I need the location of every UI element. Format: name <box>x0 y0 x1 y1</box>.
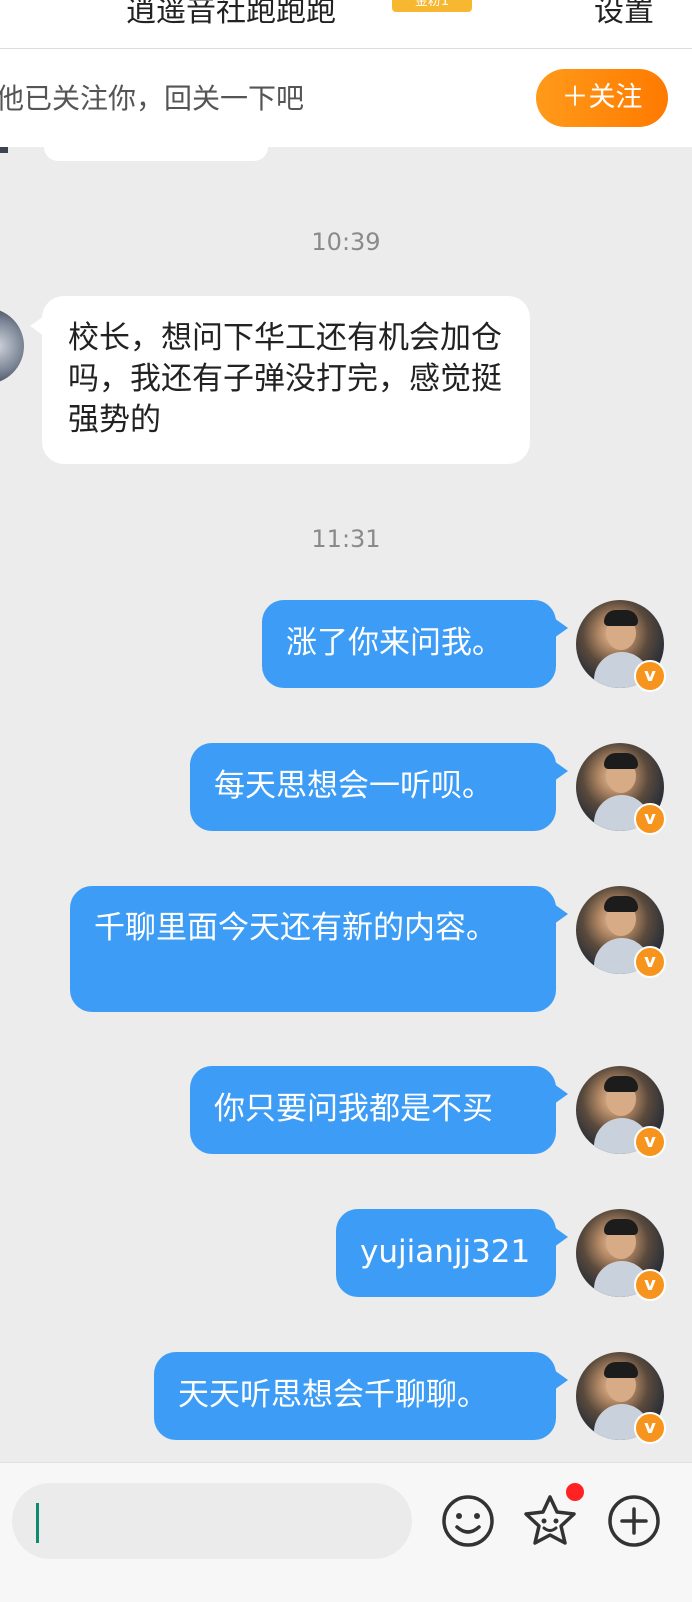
message-input[interactable] <box>12 1483 412 1559</box>
chat-header: 逍遥音社跑跑跑 金粉1 设置 <box>0 0 692 49</box>
outgoing-message-bubble[interactable]: yujianjj321 <box>336 1209 568 1297</box>
verified-badge-icon: v <box>634 803 666 835</box>
incoming-message-text: 校长，想问下华工还有机会加仓吗，我还有子弹没打完，感觉挺强势的 <box>68 320 502 438</box>
verified-badge-icon: v <box>634 946 666 978</box>
outgoing-message-bubble[interactable]: 天天听思想会千聊聊。 <box>154 1352 568 1440</box>
sender-avatar[interactable] <box>0 308 24 384</box>
outgoing-message-bubble[interactable]: 你只要问我都是不买 <box>190 1066 568 1154</box>
outgoing-message-text: 每天思想会一听呗。 <box>214 768 493 804</box>
outgoing-message-text: yujianjj321 <box>360 1234 531 1270</box>
outgoing-message-bubble[interactable]: 涨了你来问我。 <box>262 600 568 688</box>
notification-dot <box>566 1483 584 1501</box>
previous-message-bubble <box>44 147 268 161</box>
outgoing-message-bubble[interactable]: 千聊里面今天还有新的内容。 <box>70 886 568 1012</box>
follow-prompt-text: 他已关注你，回关一下吧 <box>0 82 305 115</box>
timestamp: 10:39 <box>311 228 381 256</box>
fan-badge: 金粉1 <box>392 0 472 12</box>
incoming-message-bubble[interactable]: 校长，想问下华工还有机会加仓吗，我还有子弹没打完，感觉挺强势的 <box>30 296 530 464</box>
verified-badge-icon: v <box>634 1126 666 1158</box>
outgoing-message-bubble[interactable]: 每天思想会一听呗。 <box>190 743 568 831</box>
chat-title: 逍遥音社跑跑跑 <box>126 0 336 29</box>
outgoing-message-text: 天天听思想会千聊聊。 <box>178 1377 488 1413</box>
outgoing-message-text: 涨了你来问我。 <box>286 625 503 661</box>
follow-prompt-bar: 他已关注你，回关一下吧 ＋关注 <box>0 49 692 147</box>
emoji-icon[interactable] <box>438 1491 498 1551</box>
outgoing-message-text: 你只要问我都是不买 <box>214 1091 493 1127</box>
text-caret <box>36 1503 39 1543</box>
settings-button[interactable]: 设置 <box>594 0 654 30</box>
timestamp: 11:31 <box>311 525 381 553</box>
previous-avatar-edge <box>0 147 8 153</box>
outgoing-message-text: 千聊里面今天还有新的内容。 <box>94 910 497 946</box>
verified-badge-icon: v <box>634 1412 666 1444</box>
verified-badge-icon: v <box>634 660 666 692</box>
plus-icon[interactable] <box>604 1491 664 1551</box>
follow-button[interactable]: ＋关注 <box>536 69 668 127</box>
message-input-bar <box>0 1462 692 1602</box>
verified-badge-icon: v <box>634 1269 666 1301</box>
